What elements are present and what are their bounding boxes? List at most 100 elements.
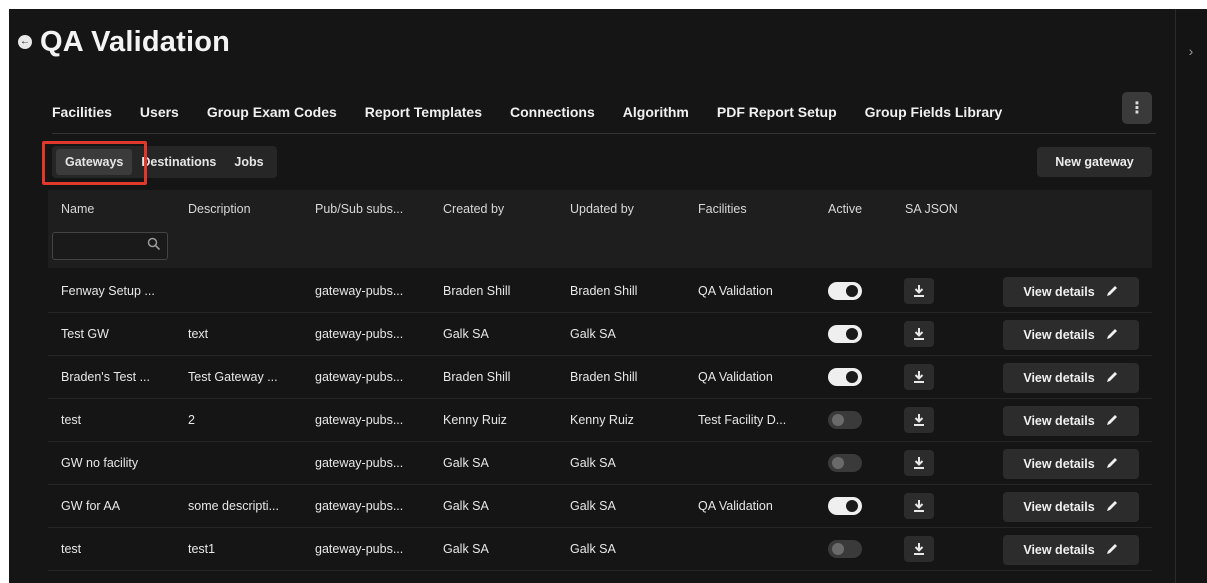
edit-pencil-icon: [1105, 499, 1119, 516]
download-icon: [914, 543, 924, 555]
download-sa-json-button[interactable]: [904, 278, 934, 304]
cell-pubsub: gateway-pubs...: [315, 499, 404, 513]
nav-facilities[interactable]: Facilities: [52, 104, 112, 120]
download-icon: [914, 285, 924, 297]
cell-created-by: Galk SA: [443, 542, 489, 556]
download-icon: [914, 457, 924, 469]
column-header-active[interactable]: Active: [828, 202, 862, 216]
active-toggle[interactable]: [828, 325, 862, 343]
name-filter-input[interactable]: [52, 232, 168, 260]
column-header-description[interactable]: Description: [188, 202, 251, 216]
nav-algorithm[interactable]: Algorithm: [623, 104, 689, 120]
nav-report-templates[interactable]: Report Templates: [365, 104, 482, 120]
download-icon: [914, 371, 924, 383]
column-header-name[interactable]: Name: [61, 202, 94, 216]
view-details-label: View details: [1023, 328, 1095, 342]
tab-jobs[interactable]: Jobs: [225, 149, 272, 175]
nav-users[interactable]: Users: [140, 104, 179, 120]
download-sa-json-button[interactable]: [904, 536, 934, 562]
cell-name: Braden's Test ...: [61, 370, 151, 384]
cell-created-by: Braden Shill: [443, 370, 511, 384]
edit-pencil-icon: [1105, 542, 1119, 559]
edit-pencil-icon: [1105, 327, 1119, 344]
column-header-updated-by[interactable]: Updated by: [570, 202, 634, 216]
column-header-created-by[interactable]: Created by: [443, 202, 504, 216]
top-navigation: Facilities Users Group Exam Codes Report…: [52, 90, 1156, 134]
view-details-button[interactable]: View details: [1003, 277, 1139, 307]
vertical-dots-icon: ⋮: [1129, 100, 1145, 117]
view-details-button[interactable]: View details: [1003, 320, 1139, 350]
cell-updated-by: Galk SA: [570, 499, 616, 513]
nav-group-fields-library[interactable]: Group Fields Library: [865, 104, 1003, 120]
toggle-knob: [846, 328, 858, 340]
cell-facilities: QA Validation: [698, 284, 773, 298]
table-row[interactable]: test test1 gateway-pubs... Galk SA Galk SA Vi…: [48, 528, 1152, 571]
cell-updated-by: Galk SA: [570, 327, 616, 341]
page-header: ← QA Validation: [18, 22, 230, 62]
column-header-facilities[interactable]: Facilities: [698, 202, 747, 216]
right-collapse-panel[interactable]: ›: [1175, 9, 1207, 583]
cell-pubsub: gateway-pubs...: [315, 542, 404, 556]
active-toggle[interactable]: [828, 368, 862, 386]
cell-created-by: Galk SA: [443, 499, 489, 513]
toggle-knob: [832, 414, 844, 426]
view-details-button[interactable]: View details: [1003, 406, 1139, 436]
active-toggle[interactable]: [828, 454, 862, 472]
back-arrow-icon[interactable]: ←: [18, 35, 32, 49]
view-details-label: View details: [1023, 285, 1095, 299]
cell-name: test: [61, 542, 82, 556]
toggle-knob: [832, 457, 844, 469]
cell-updated-by: Braden Shill: [570, 284, 638, 298]
more-options-button[interactable]: ⋮: [1122, 92, 1152, 124]
view-details-button[interactable]: View details: [1003, 535, 1139, 565]
download-icon: [914, 500, 924, 512]
cell-created-by: Kenny Ruiz: [443, 413, 507, 427]
view-details-label: View details: [1023, 543, 1095, 557]
cell-pubsub: gateway-pubs...: [315, 284, 404, 298]
view-details-button[interactable]: View details: [1003, 363, 1139, 393]
table-row[interactable]: test 2 gateway-pubs... Kenny Ruiz Kenny Ruiz…: [48, 399, 1152, 442]
active-toggle[interactable]: [828, 497, 862, 515]
edit-pencil-icon: [1105, 284, 1119, 301]
active-toggle[interactable]: [828, 411, 862, 429]
table-row[interactable]: Braden's Test ... Test Gateway ... gateway…: [48, 356, 1152, 399]
download-sa-json-button[interactable]: [904, 364, 934, 390]
download-sa-json-button[interactable]: [904, 450, 934, 476]
toggle-knob: [846, 285, 858, 297]
download-sa-json-button[interactable]: [904, 321, 934, 347]
table-header: Name Description Pub/Sub subs... Created…: [48, 190, 1152, 268]
cell-name: Test GW: [61, 327, 109, 341]
view-details-label: View details: [1023, 500, 1095, 514]
new-gateway-button[interactable]: New gateway: [1037, 147, 1152, 177]
toggle-knob: [846, 371, 858, 383]
subtabs: Gateways Destinations Jobs: [52, 146, 277, 178]
nav-connections[interactable]: Connections: [510, 104, 595, 120]
table-row[interactable]: GW no facility gateway-pubs... Galk SA Galk…: [48, 442, 1152, 485]
view-details-button[interactable]: View details: [1003, 449, 1139, 479]
table-row[interactable]: Fenway Setup ... gateway-pubs... Braden Sh…: [48, 270, 1152, 313]
chevron-right-icon[interactable]: ›: [1184, 43, 1198, 59]
cell-facilities: Test Facility D...: [698, 413, 787, 427]
download-sa-json-button[interactable]: [904, 407, 934, 433]
cell-pubsub: gateway-pubs...: [315, 327, 404, 341]
download-sa-json-button[interactable]: [904, 493, 934, 519]
cell-created-by: Galk SA: [443, 327, 489, 341]
view-details-label: View details: [1023, 371, 1095, 385]
nav-group-exam-codes[interactable]: Group Exam Codes: [207, 104, 337, 120]
table-row[interactable]: GW for AA some descripti... gateway-pubs..…: [48, 485, 1152, 528]
active-toggle[interactable]: [828, 282, 862, 300]
tab-destinations[interactable]: Destinations: [132, 149, 225, 175]
column-header-sa-json[interactable]: SA JSON: [905, 202, 958, 216]
tab-gateways[interactable]: Gateways: [56, 149, 133, 175]
edit-pencil-icon: [1105, 413, 1119, 430]
nav-pdf-report-setup[interactable]: PDF Report Setup: [717, 104, 837, 120]
view-details-label: View details: [1023, 414, 1095, 428]
cell-name: test: [61, 413, 82, 427]
column-header-pubsub[interactable]: Pub/Sub subs...: [315, 202, 403, 216]
active-toggle[interactable]: [828, 540, 862, 558]
view-details-button[interactable]: View details: [1003, 492, 1139, 522]
download-icon: [914, 414, 924, 426]
cell-name: Fenway Setup ...: [61, 284, 155, 298]
cell-created-by: Galk SA: [443, 456, 489, 470]
table-row[interactable]: Test GW text gateway-pubs... Galk SA Galk SA…: [48, 313, 1152, 356]
